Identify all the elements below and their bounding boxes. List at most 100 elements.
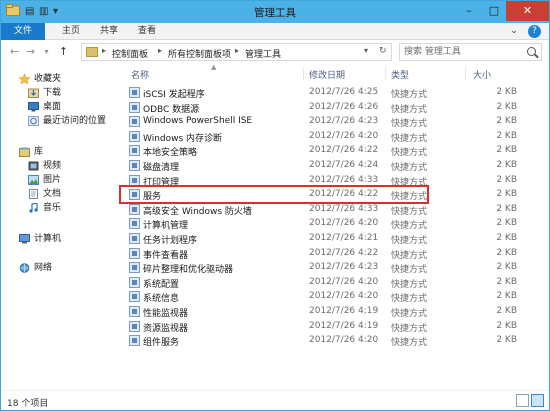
- close-button[interactable]: ✕: [506, 1, 549, 21]
- navigation-pane: 收藏夹 下载 桌面 最近访问的位置 库 视频 图片 文档 音乐 计算机 网络: [1, 64, 113, 390]
- breadcrumb-all-items[interactable]: 所有控制面板项: [168, 47, 231, 60]
- file-row[interactable]: 资源监视器 2012/7/26 4:19 快捷方式 2 KB: [121, 319, 541, 334]
- file-size: 2 KB: [496, 247, 517, 258]
- search-input[interactable]: [404, 46, 522, 58]
- file-row[interactable]: Windows PowerShell ISE 2012/7/26 4:23 快捷方式…: [121, 114, 541, 129]
- network-icon: [19, 263, 30, 273]
- column-divider[interactable]: [303, 67, 304, 80]
- documents-icon: [28, 189, 39, 199]
- file-date: 2012/7/26 4:20: [309, 218, 379, 229]
- file-name: ODBC 数据源: [143, 104, 200, 115]
- breadcrumb-admin-tools[interactable]: 管理工具: [245, 47, 281, 60]
- explorer-window: ▤ ▥ ▾ 管理工具 – □ ✕ 文件 主页 共享 查看 ⌄ ? ← → ▾ ↑…: [0, 0, 550, 411]
- file-size: 2 KB: [496, 189, 517, 200]
- maximize-button[interactable]: □: [481, 1, 507, 21]
- column-size[interactable]: 大小: [473, 68, 491, 81]
- tab-share[interactable]: 共享: [91, 23, 127, 40]
- file-row[interactable]: Windows 内存诊断 2012/7/26 4:20 快捷方式 2 KB: [121, 129, 541, 144]
- large-icons-view-button[interactable]: [531, 394, 544, 407]
- file-row[interactable]: 磁盘清理 2012/7/26 4:24 快捷方式 2 KB: [121, 158, 541, 173]
- file-date: 2012/7/26 4:22: [309, 145, 379, 156]
- file-row[interactable]: 任务计划程序 2012/7/26 4:21 快捷方式 2 KB: [121, 231, 541, 246]
- file-name: 打印管理: [143, 177, 180, 188]
- file-row[interactable]: 事件查看器 2012/7/26 4:22 快捷方式 2 KB: [121, 246, 541, 261]
- file-type: 快捷方式: [391, 192, 428, 203]
- file-name: 磁盘清理: [143, 163, 180, 173]
- file-type: 快捷方式: [391, 236, 428, 246]
- file-date: 2012/7/26 4:22: [309, 189, 379, 200]
- search-icon[interactable]: [527, 47, 536, 56]
- shortcut-icon: [129, 320, 140, 332]
- tab-view[interactable]: 查看: [129, 23, 165, 40]
- shortcut-icon: [129, 130, 140, 142]
- videos-icon: [28, 161, 39, 171]
- file-type: 快捷方式: [391, 338, 428, 349]
- star-icon: [18, 73, 31, 85]
- file-date: 2012/7/26 4:20: [309, 130, 379, 141]
- shortcut-icon: [129, 218, 140, 230]
- refresh-icon[interactable]: ↻: [379, 46, 387, 56]
- shortcut-icon: [129, 145, 140, 157]
- file-row[interactable]: 系统配置 2012/7/26 4:20 快捷方式 2 KB: [121, 275, 541, 290]
- computer-icon: [19, 234, 30, 244]
- file-row[interactable]: 服务 2012/7/26 4:22 快捷方式 2 KB: [119, 185, 517, 205]
- back-button[interactable]: ←: [7, 44, 22, 59]
- address-dropdown-icon[interactable]: ▾: [364, 46, 368, 55]
- file-size: 2 KB: [496, 233, 517, 243]
- column-type[interactable]: 类型: [391, 68, 409, 81]
- file-row[interactable]: 系统信息 2012/7/26 4:20 快捷方式 2 KB: [121, 289, 541, 304]
- file-type: 快捷方式: [391, 221, 428, 232]
- file-row[interactable]: 本地安全策略 2012/7/26 4:22 快捷方式 2 KB: [121, 143, 541, 158]
- file-date: 2012/7/26 4:25: [309, 87, 379, 97]
- file-date: 2012/7/26 4:23: [309, 116, 379, 127]
- file-date: 2012/7/26 4:20: [309, 276, 379, 287]
- file-row[interactable]: 碎片整理和优化驱动器 2012/7/26 4:23 快捷方式 2 KB: [121, 260, 541, 275]
- file-size: 2 KB: [496, 291, 517, 302]
- shortcut-icon: [129, 247, 140, 259]
- file-name: 性能监视器: [143, 309, 189, 319]
- file-type: 快捷方式: [391, 323, 428, 334]
- minimize-button[interactable]: –: [456, 1, 482, 21]
- file-row[interactable]: 高级安全 Windows 防火墙 2012/7/26 4:33 快捷方式 2 KB: [121, 202, 541, 217]
- file-date: 2012/7/26 4:22: [309, 247, 379, 258]
- file-row[interactable]: 打印管理 2012/7/26 4:33 快捷方式 2 KB: [121, 173, 541, 188]
- shortcut-icon: [129, 174, 140, 186]
- file-type: 快捷方式: [391, 265, 428, 276]
- up-button[interactable]: ↑: [56, 44, 71, 59]
- file-type: 快捷方式: [391, 119, 428, 130]
- file-row[interactable]: 组件服务 2012/7/26 4:20 快捷方式 2 KB: [121, 333, 541, 348]
- file-size: 2 KB: [496, 276, 517, 287]
- column-date[interactable]: 修改日期: [309, 68, 345, 81]
- file-row[interactable]: 性能监视器 2012/7/26 4:19 快捷方式 2 KB: [121, 304, 541, 319]
- sort-ascending-icon: ▲: [211, 63, 217, 71]
- shortcut-icon: [129, 203, 140, 215]
- recent-locations-button[interactable]: ▾: [39, 44, 54, 59]
- forward-button[interactable]: →: [23, 44, 38, 59]
- file-type: 快捷方式: [391, 163, 428, 173]
- music-icon: [28, 202, 39, 213]
- file-row[interactable]: iSCSI 发起程序 2012/7/26 4:25 快捷方式 2 KB: [121, 85, 541, 100]
- file-name: 服务: [143, 192, 162, 203]
- column-divider[interactable]: [385, 67, 386, 80]
- breadcrumb-control-panel[interactable]: 控制面板: [112, 47, 148, 60]
- column-name[interactable]: 名称: [131, 68, 149, 81]
- help-icon[interactable]: ?: [528, 25, 541, 38]
- file-size: 2 KB: [496, 306, 517, 316]
- column-headers: ▲ 名称 修改日期 类型 大小: [121, 63, 541, 82]
- breadcrumb-separator: ▸: [102, 46, 107, 55]
- file-size: 2 KB: [496, 335, 517, 346]
- file-name: Windows PowerShell ISE: [143, 116, 253, 127]
- title-bar: ▤ ▥ ▾ 管理工具 – □ ✕: [1, 1, 549, 23]
- file-type: 快捷方式: [391, 294, 428, 305]
- file-row[interactable]: ODBC 数据源 2012/7/26 4:26 快捷方式 2 KB: [121, 100, 541, 115]
- file-type: 快捷方式: [391, 206, 428, 217]
- column-divider[interactable]: [465, 67, 466, 80]
- breadcrumb-separator: ▸: [158, 46, 163, 55]
- details-view-button[interactable]: [516, 394, 529, 407]
- expand-ribbon-icon[interactable]: ⌄: [507, 23, 521, 40]
- file-row[interactable]: 计算机管理 2012/7/26 4:20 快捷方式 2 KB: [121, 216, 541, 231]
- tab-file[interactable]: 文件: [1, 23, 45, 40]
- file-name: 高级安全 Windows 防火墙: [143, 206, 252, 217]
- tab-home[interactable]: 主页: [53, 23, 89, 40]
- address-bar[interactable]: ▸ 控制面板 ▸ 所有控制面板项 ▸ 管理工具 ▾ ↻: [81, 43, 392, 61]
